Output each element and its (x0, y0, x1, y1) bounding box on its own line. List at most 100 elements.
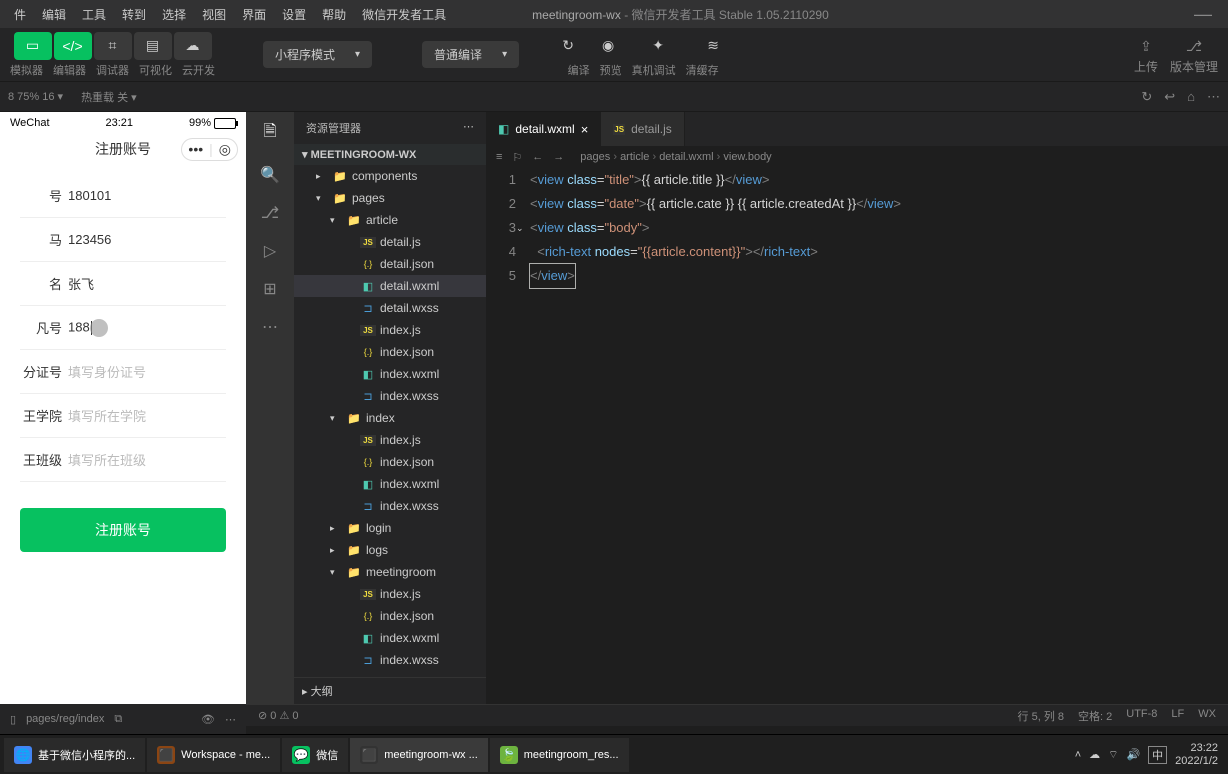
file-item[interactable]: JSindex.js (294, 429, 486, 451)
submit-button[interactable]: 注册账号 (20, 508, 226, 552)
menu-item[interactable]: 设置 (276, 4, 312, 25)
folder-item[interactable]: ▾📁pages (294, 187, 486, 209)
menu-item[interactable]: 视图 (196, 4, 232, 25)
page-path[interactable]: pages/reg/index (26, 713, 104, 725)
folder-item[interactable]: ▸📁logs (294, 539, 486, 561)
search-icon[interactable]: 🔍 (260, 165, 280, 185)
menu-item[interactable]: 界面 (236, 4, 272, 25)
folder-item[interactable]: ▾📁article (294, 209, 486, 231)
cloud-icon[interactable]: ☁ (1089, 748, 1100, 761)
simulator-toggle[interactable]: ▭ (14, 32, 52, 60)
menu-item[interactable]: 件 (8, 4, 32, 25)
taskbar-task[interactable]: 💬微信 (282, 738, 348, 772)
file-item[interactable]: ⊐detail.wxss (294, 297, 486, 319)
git-icon[interactable]: ⎇ (261, 203, 279, 223)
menu-item[interactable]: 工具 (76, 4, 112, 25)
tray-up-icon[interactable]: ˄ (1075, 749, 1081, 761)
file-item[interactable]: ◧index.wxml (294, 627, 486, 649)
folder-item[interactable]: ▾📁index (294, 407, 486, 429)
breadcrumb-item[interactable]: view.body (723, 151, 771, 163)
clearcache-button[interactable]: ≋ (689, 32, 737, 60)
menu-item[interactable]: 编辑 (36, 4, 72, 25)
editor-tab[interactable]: JSdetail.js (601, 112, 684, 146)
menu-item[interactable]: 转到 (116, 4, 152, 25)
file-item[interactable]: {.}detail.json (294, 253, 486, 275)
file-item[interactable]: ◧index.wxml (294, 363, 486, 385)
form-input[interactable]: 180101 (68, 188, 226, 203)
home-icon[interactable]: ⌂ (1187, 89, 1195, 105)
more-icon[interactable]: ⋯ (1207, 89, 1220, 105)
form-input[interactable]: 填写身份证号 (68, 362, 226, 381)
clock[interactable]: 23:22 2022/1/2 (1175, 742, 1218, 768)
misc-icon[interactable]: ⋯ (262, 317, 278, 337)
version-mgmt-button[interactable]: ⎇版本管理 (1170, 34, 1218, 75)
breadcrumb-item[interactable]: detail.wxml (659, 151, 713, 163)
menu-item[interactable]: 帮助 (316, 4, 352, 25)
file-item[interactable]: ⊐index.wxss (294, 385, 486, 407)
minimize-button[interactable]: — (1186, 4, 1220, 25)
file-item[interactable]: {.}index.json (294, 451, 486, 473)
ext-icon[interactable]: ⊞ (263, 279, 276, 299)
encoding-info[interactable]: UTF-8 (1126, 708, 1157, 724)
form-input[interactable]: 填写所在班级 (68, 450, 226, 469)
back-icon[interactable]: ↩ (1164, 89, 1175, 105)
breadcrumb-item[interactable]: article (620, 151, 649, 163)
compile-select[interactable]: 普通编译 (422, 41, 519, 68)
file-item[interactable]: {.}index.json (294, 605, 486, 627)
form-row[interactable]: 名张飞 (20, 262, 226, 306)
taskbar-task[interactable]: 🌐基于微信小程序的... (4, 738, 145, 772)
eye-icon[interactable]: 👁 (201, 713, 215, 726)
nav-fwd-icon[interactable]: → (553, 151, 564, 164)
eol-info[interactable]: LF (1171, 708, 1184, 724)
debug-icon[interactable]: ▷ (264, 241, 276, 261)
folder-item[interactable]: ▾📁meetingroom (294, 561, 486, 583)
wifi-icon[interactable]: ⌔ (1108, 748, 1118, 762)
taskbar-task[interactable]: ⬛meetingroom-wx ... (350, 738, 488, 772)
indent-info[interactable]: 空格: 2 (1078, 708, 1112, 724)
menu-icon[interactable]: ≡ (496, 151, 502, 164)
form-row[interactable]: 凡号188 (20, 306, 226, 350)
file-item[interactable]: JSindex.js (294, 319, 486, 341)
preview-button[interactable]: ◉ (589, 32, 627, 60)
menu-item[interactable]: 微信开发者工具 (356, 4, 452, 25)
folder-item[interactable]: ▸📁login (294, 517, 486, 539)
explorer-more-icon[interactable]: ⋯ (463, 120, 474, 136)
realdebug-button[interactable]: ✦ (629, 32, 687, 60)
explorer-icon[interactable]: 🗎 (264, 120, 277, 147)
taskbar-task[interactable]: 🍃meetingroom_res... (490, 738, 629, 772)
sound-icon[interactable]: 🔊 (1126, 748, 1140, 761)
form-row[interactable]: 分证号填写身份证号 (20, 350, 226, 394)
breadcrumb-item[interactable]: pages (580, 151, 610, 163)
more-dots-icon[interactable]: ••• (188, 141, 203, 157)
outline-section[interactable]: ▸ 大纲 (294, 677, 486, 704)
menu-item[interactable]: 选择 (156, 4, 192, 25)
form-input[interactable]: 张飞 (68, 274, 226, 293)
form-row[interactable]: 王学院填写所在学院 (20, 394, 226, 438)
copy-icon[interactable]: ⧉ (114, 713, 122, 726)
editor-toggle[interactable]: </> (54, 32, 92, 60)
form-input[interactable]: 123456 (68, 232, 226, 247)
file-item[interactable]: JSdetail.js (294, 231, 486, 253)
taskbar-task[interactable]: ⬛Workspace - me... (147, 738, 280, 772)
mode-select[interactable]: 小程序模式 (263, 41, 372, 68)
file-item[interactable]: ◧index.wxml (294, 473, 486, 495)
form-row[interactable]: 王班级填写所在班级 (20, 438, 226, 482)
nav-back-icon[interactable]: ← (532, 151, 543, 164)
code-content[interactable]: <view class="title">{{ article.title }}<… (530, 168, 1228, 704)
file-item[interactable]: ⊐index.wxss (294, 649, 486, 671)
debugger-toggle[interactable]: ⌗ (94, 32, 132, 60)
upload-button[interactable]: ⇪上传 (1132, 34, 1160, 75)
hot-reload-toggle[interactable]: 热重载 关 ▾ (81, 89, 137, 105)
visual-toggle[interactable]: ▤ (134, 32, 172, 60)
device-scale[interactable]: 8 75% 16 ▾ (8, 90, 63, 103)
file-item[interactable]: {.}index.json (294, 341, 486, 363)
project-root[interactable]: ▾ MEETINGROOM-WX (294, 144, 486, 165)
form-input[interactable]: 188 (68, 319, 226, 337)
bookmark-icon[interactable]: ⚐ (512, 151, 522, 164)
footer-more-icon[interactable]: ⋯ (225, 713, 236, 726)
form-row[interactable]: 马123456 (20, 218, 226, 262)
file-item[interactable]: ◧detail.wxml (294, 275, 486, 297)
form-row[interactable]: 号180101 (20, 174, 226, 218)
cloud-toggle[interactable]: ☁ (174, 32, 212, 60)
language-info[interactable]: WX (1198, 708, 1216, 724)
